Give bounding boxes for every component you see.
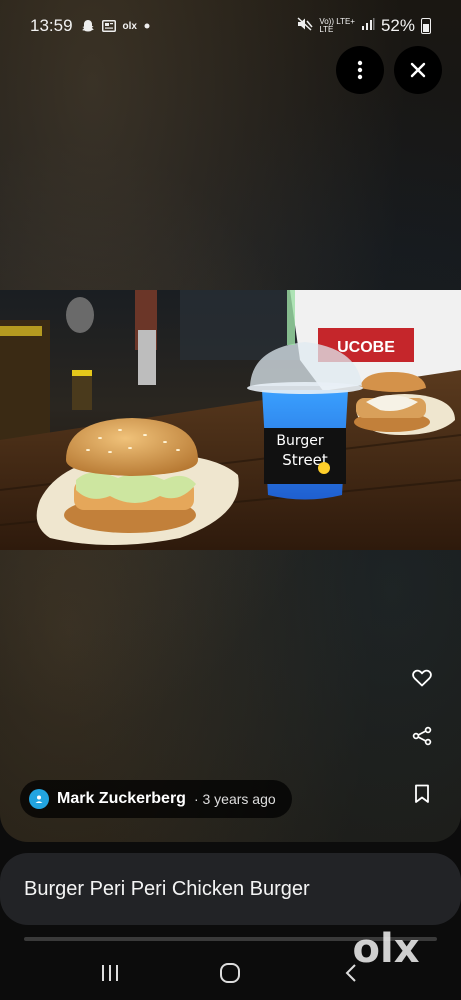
notification-icons: olx: [81, 19, 150, 33]
author-name: Mark Zuckerberg: [57, 790, 186, 807]
signal-icon: [361, 16, 375, 36]
listing-title[interactable]: Burger Peri Peri Chicken Burger: [0, 853, 461, 925]
dot-icon: [144, 23, 150, 29]
snapchat-icon: [81, 19, 95, 33]
share-button[interactable]: [402, 716, 442, 756]
close-icon: [410, 62, 426, 78]
burger-photo: UCOBE Burger Street: [0, 290, 461, 550]
status-bar: 13:59 olx Vo)) LTE+ LTE 52%: [0, 0, 461, 52]
share-icon: [412, 726, 432, 746]
like-button[interactable]: [402, 658, 442, 698]
olx-watermark-logo: olx: [353, 926, 420, 970]
shirt-print-text: UCOBE: [337, 339, 395, 356]
svg-text:olx: olx: [353, 926, 420, 970]
newspaper-icon: [101, 20, 116, 32]
cup-brand-line1: Burger: [276, 433, 323, 449]
home-button[interactable]: [210, 953, 250, 993]
author-chip[interactable]: Mark Zuckerberg · 3 years ago: [20, 780, 292, 818]
more-options-button[interactable]: [336, 46, 384, 94]
mute-icon: [297, 16, 313, 36]
more-vertical-icon: [357, 60, 363, 80]
battery-icon: [421, 18, 431, 34]
network-type: Vo)) LTE+ LTE: [319, 17, 355, 34]
recents-icon: [102, 965, 119, 981]
profile-icon: [35, 795, 43, 803]
recent-apps-button[interactable]: [90, 953, 130, 993]
battery-level: 52%: [380, 16, 415, 35]
heart-icon: [412, 669, 432, 687]
avatar: [29, 789, 49, 809]
olx-icon: olx: [122, 20, 137, 32]
image-viewer: 13:59 olx Vo)) LTE+ LTE 52% UCOBE Burger…: [0, 0, 461, 842]
save-button[interactable]: [402, 774, 442, 814]
status-right: Vo)) LTE+ LTE 52%: [297, 16, 431, 36]
bookmark-icon: [415, 784, 429, 803]
close-button[interactable]: [394, 46, 442, 94]
home-icon: [220, 963, 241, 983]
post-age: · 3 years ago: [193, 791, 276, 807]
status-time: 13:59: [30, 16, 73, 35]
